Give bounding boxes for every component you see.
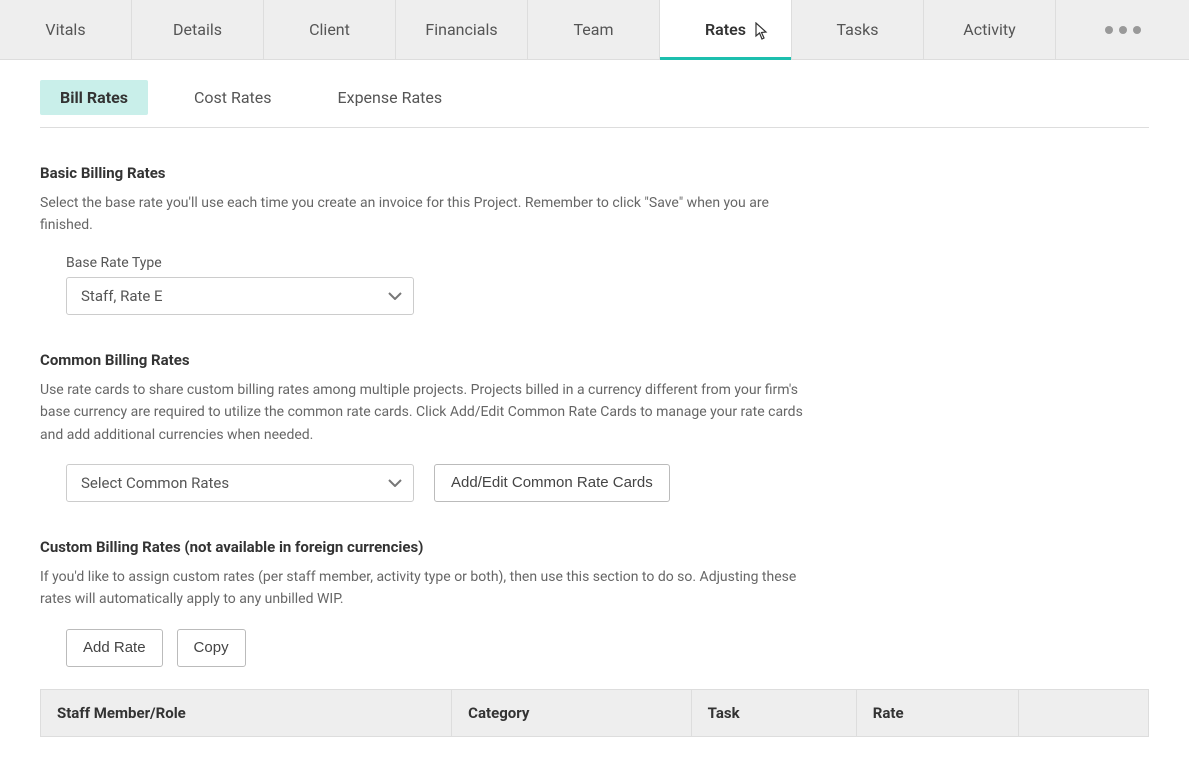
sub-tab-label: Cost Rates — [194, 88, 272, 107]
select-value: Select Common Rates — [81, 474, 229, 492]
section-title: Basic Billing Rates — [40, 164, 820, 182]
tab-label: Rates — [705, 20, 746, 39]
button-label: Copy — [194, 639, 229, 656]
top-nav-tabs: Vitals Details Client Financials Team Ra… — [0, 0, 1189, 60]
button-label: Add Rate — [83, 639, 146, 656]
tab-label: Activity — [963, 20, 1015, 39]
copy-button[interactable]: Copy — [177, 629, 246, 667]
col-actions — [1019, 689, 1149, 736]
tab-label: Details — [173, 20, 222, 39]
tab-label: Client — [309, 20, 350, 39]
sub-tab-bill-rates[interactable]: Bill Rates — [40, 80, 148, 115]
tab-label: Vitals — [45, 20, 85, 39]
common-rates-select[interactable]: Select Common Rates — [66, 464, 414, 502]
more-icon — [1105, 26, 1141, 34]
section-basic-billing: Basic Billing Rates Select the base rate… — [40, 164, 820, 315]
tab-details[interactable]: Details — [132, 0, 264, 59]
tab-activity[interactable]: Activity — [924, 0, 1056, 59]
tab-client[interactable]: Client — [264, 0, 396, 59]
base-rate-type-select[interactable]: Staff, Rate E — [66, 277, 414, 315]
custom-rates-table: Staff Member/Role Category Task Rate — [40, 689, 1149, 737]
section-title: Custom Billing Rates (not available in f… — [40, 538, 1149, 556]
sub-tab-cost-rates[interactable]: Cost Rates — [174, 80, 292, 115]
sub-tab-expense-rates[interactable]: Expense Rates — [318, 80, 463, 115]
tab-label: Financials — [425, 20, 497, 39]
tab-financials[interactable]: Financials — [396, 0, 528, 59]
button-label: Add/Edit Common Rate Cards — [451, 474, 653, 491]
table-header-row: Staff Member/Role Category Task Rate — [41, 689, 1149, 736]
tab-more[interactable] — [1056, 0, 1189, 59]
section-description: Use rate cards to share custom billing r… — [40, 379, 820, 446]
add-edit-rate-cards-button[interactable]: Add/Edit Common Rate Cards — [434, 464, 670, 502]
tab-team[interactable]: Team — [528, 0, 660, 59]
cursor-icon — [755, 22, 769, 40]
add-rate-button[interactable]: Add Rate — [66, 629, 163, 667]
section-common-billing: Common Billing Rates Use rate cards to s… — [40, 351, 820, 502]
rates-sub-tabs: Bill Rates Cost Rates Expense Rates — [40, 80, 1149, 128]
base-rate-type-label: Base Rate Type — [66, 255, 820, 271]
col-rate: Rate — [856, 689, 1018, 736]
tab-label: Tasks — [837, 20, 879, 39]
section-title: Common Billing Rates — [40, 351, 820, 369]
tab-tasks[interactable]: Tasks — [792, 0, 924, 59]
tab-vitals[interactable]: Vitals — [0, 0, 132, 59]
select-value: Staff, Rate E — [81, 287, 163, 305]
tab-rates[interactable]: Rates — [660, 0, 792, 59]
section-description: Select the base rate you'll use each tim… — [40, 192, 820, 237]
section-custom-billing: Custom Billing Rates (not available in f… — [40, 538, 1149, 737]
sub-tab-label: Expense Rates — [338, 88, 443, 107]
col-category: Category — [452, 689, 692, 736]
tab-label: Team — [574, 20, 614, 39]
col-staff-member: Staff Member/Role — [41, 689, 452, 736]
section-description: If you'd like to assign custom rates (pe… — [40, 566, 820, 611]
col-task: Task — [691, 689, 856, 736]
sub-tab-label: Bill Rates — [60, 88, 128, 107]
